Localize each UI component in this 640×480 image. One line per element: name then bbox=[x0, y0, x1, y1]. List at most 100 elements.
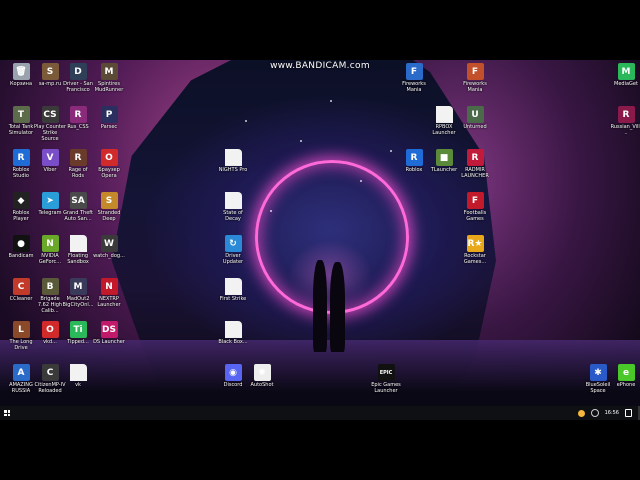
icon-roblox-studio[interactable]: R Roblox Studio bbox=[5, 149, 37, 179]
icon-brigade-icon: B bbox=[41, 278, 59, 295]
start-button[interactable] bbox=[0, 406, 14, 420]
icon-telegram-icon: ➤ bbox=[41, 192, 59, 209]
icon-nextrp-icon: N bbox=[100, 278, 118, 295]
desktop-icon-label: MediaGet bbox=[614, 81, 638, 87]
icon-footballs[interactable]: F Footballs Games bbox=[459, 192, 491, 222]
icon-watch-dog[interactable]: Wwatch_dog... bbox=[93, 235, 125, 259]
desktop-icon-label: Unturned bbox=[463, 124, 487, 130]
icon-vk-doc[interactable]: vk bbox=[62, 364, 94, 388]
desktop-icon-label: Spintires MudRunner bbox=[94, 81, 124, 93]
icon-blackbox-icon bbox=[224, 321, 242, 338]
icon-opera-icon: O bbox=[100, 149, 118, 166]
icon-fireworks-mania2[interactable]: F Fireworks Mania bbox=[459, 63, 491, 93]
icon-ephone-icon: e bbox=[617, 364, 635, 381]
icon-nvidia-geforce-icon: N bbox=[41, 235, 59, 252]
clock[interactable]: 16:56 bbox=[605, 410, 619, 416]
icon-floating-sandbox-icon bbox=[69, 235, 87, 252]
icon-roblox-player[interactable]: ◆ Roblox Player bbox=[5, 192, 37, 222]
icon-state-of-decay-icon bbox=[224, 192, 242, 209]
icon-epic-games[interactable]: EPIC Epic Games Launcher bbox=[370, 364, 402, 394]
icon-bandicam[interactable]: ● Bandicam bbox=[5, 235, 37, 259]
icon-korzina-icon: 🗑 bbox=[12, 63, 30, 80]
desktop-icon-label: CCleaner bbox=[9, 296, 33, 302]
icon-parsec[interactable]: P Parsec bbox=[93, 106, 125, 130]
desktop-icon-label: Stranded Deep bbox=[97, 210, 121, 222]
desktop-icon-label: Rage of Rods bbox=[68, 167, 88, 179]
wallpaper-figure-left bbox=[313, 260, 327, 352]
icon-stranded-deep[interactable]: S Stranded Deep bbox=[93, 192, 125, 222]
icon-spintires[interactable]: M Spintires MudRunner bbox=[93, 63, 125, 93]
desktop-icon-label: TLauncher bbox=[430, 167, 458, 173]
icon-unturned[interactable]: U Unturned bbox=[459, 106, 491, 130]
icon-ignis-pro-icon bbox=[224, 149, 242, 166]
icon-roblox[interactable]: R Roblox bbox=[398, 149, 430, 173]
icon-roblox-player-icon: ◆ bbox=[12, 192, 30, 209]
icon-rpbox-icon bbox=[435, 106, 453, 123]
icon-watch-dog-icon: W bbox=[100, 235, 118, 252]
icon-opera[interactable]: O Браузер Opera bbox=[93, 149, 125, 179]
desktop-icon-label: Driver - San Francisco bbox=[63, 81, 93, 93]
icon-fireworks-mania[interactable]: F Fireworks Mania bbox=[398, 63, 430, 93]
icon-blackbox[interactable]: Black Box... bbox=[217, 321, 249, 345]
desktop-icon-label: Driver Updater bbox=[222, 253, 244, 265]
icon-bandicam-icon: ● bbox=[12, 235, 30, 252]
icon-rus-css[interactable]: R Rus_CSS bbox=[62, 106, 94, 130]
icon-rockstar-games[interactable]: R★ Rockstar Games... bbox=[459, 235, 491, 265]
weather-icon[interactable] bbox=[577, 409, 585, 417]
icon-madout-icon: M bbox=[69, 278, 87, 295]
icon-autoshot-icon: ✺ bbox=[253, 364, 271, 381]
desktop-icon-label: State of Decay bbox=[223, 210, 243, 222]
icon-ccleaner-icon: C bbox=[12, 278, 30, 295]
icon-radmir[interactable]: R RADMIR LAUNCHER bbox=[459, 149, 491, 179]
icon-driver-updater[interactable]: ↻ Driver Updater bbox=[217, 235, 249, 265]
icon-ccleaner[interactable]: C CCleaner bbox=[5, 278, 37, 302]
icon-ds-launcher[interactable]: DS DS Launcher bbox=[93, 321, 125, 345]
icon-first-strike[interactable]: First Strike bbox=[217, 278, 249, 302]
icon-ignis-pro[interactable]: NIGHTS Pro bbox=[217, 149, 249, 173]
desktop-icon-label: Rus_CSS bbox=[67, 124, 89, 130]
icon-discord[interactable]: ◉ Discord bbox=[217, 364, 249, 388]
icon-russian-vil[interactable]: R Russian_Vill... bbox=[610, 106, 640, 136]
icon-nextrp[interactable]: N NEXTRP Launcher bbox=[93, 278, 125, 308]
desktop-icon-label: Roblox Studio bbox=[12, 167, 30, 179]
icon-amazing-russia[interactable]: A AMAZING RUSSIA bbox=[5, 364, 37, 394]
icon-state-of-decay[interactable]: State of Decay bbox=[217, 192, 249, 222]
icon-mediaget[interactable]: M MediaGet bbox=[610, 63, 640, 87]
desktop-icon-label: vk bbox=[75, 382, 81, 388]
icon-floating-sandbox[interactable]: Floating Sandbox bbox=[62, 235, 94, 265]
desktop-icon-label: Tipped... bbox=[67, 339, 89, 345]
icon-rus-css-icon: R bbox=[69, 106, 87, 123]
icon-ephone[interactable]: e ePhone bbox=[610, 364, 640, 388]
icon-ti[interactable]: Ti Tipped... bbox=[62, 321, 94, 345]
icon-driver-san-francisco[interactable]: D Driver - San Francisco bbox=[62, 63, 94, 93]
desktop-icon-label: DS Launcher bbox=[93, 339, 125, 345]
desktop-icon-label: Браузер Opera bbox=[98, 167, 120, 179]
icon-rage-of-rods[interactable]: R Rage of Rods bbox=[62, 149, 94, 179]
icon-unturned-icon: U bbox=[466, 106, 484, 123]
desktop-icon-label: Roblox bbox=[405, 167, 423, 173]
desktop-icon-label: NEXTRP Launcher bbox=[97, 296, 121, 308]
icon-discord-icon: ◉ bbox=[224, 364, 242, 381]
icon-play-counter-strike-icon: CS bbox=[41, 106, 59, 123]
icon-tlauncher[interactable]: ■ TLauncher bbox=[428, 149, 460, 173]
icon-madout[interactable]: M MadOut2 BigCityOnl... bbox=[62, 278, 94, 308]
wallpaper-star bbox=[360, 180, 362, 182]
icon-grand-theft-auto[interactable]: SA Grand Theft Auto San... bbox=[62, 192, 94, 222]
icon-korzina[interactable]: 🗑 Корзина bbox=[5, 63, 37, 87]
notification-icon[interactable] bbox=[625, 409, 632, 417]
icon-sa-mp-icon: S bbox=[41, 63, 59, 80]
icon-autoshot[interactable]: ✺ AutoShot bbox=[246, 364, 278, 388]
system-tray: 16:56 bbox=[577, 406, 640, 420]
icon-fireworks-mania2-icon: F bbox=[466, 63, 484, 80]
desktop-icon-label: Black Box... bbox=[218, 339, 248, 345]
desktop-icon-label: Fireworks Mania bbox=[463, 81, 487, 93]
icon-rpbox[interactable]: RPBOX Launcher bbox=[428, 106, 460, 136]
network-icon[interactable] bbox=[590, 409, 599, 417]
desktop-icon-label: Footballs Games bbox=[463, 210, 487, 222]
icon-parsec-icon: P bbox=[100, 106, 118, 123]
desktop-icon-label: ePhone bbox=[616, 382, 636, 388]
desktop-icon-label: Rockstar Games... bbox=[463, 253, 487, 265]
icon-long-drive[interactable]: L The Long Drive bbox=[5, 321, 37, 351]
icon-total-tank[interactable]: T Total Tank Simulator bbox=[5, 106, 37, 136]
icon-ds-launcher-icon: DS bbox=[100, 321, 118, 338]
